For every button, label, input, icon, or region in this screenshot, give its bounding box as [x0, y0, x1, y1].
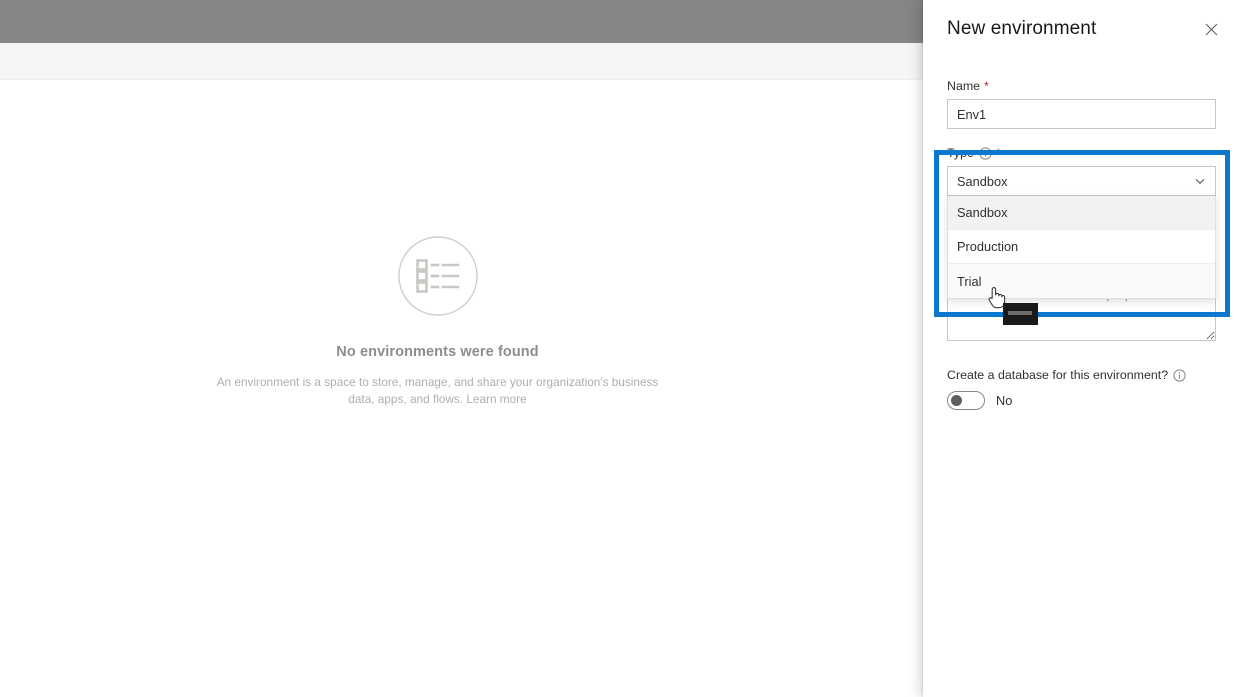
info-icon[interactable] [979, 146, 992, 160]
create-database-group: Create a database for this environment? … [947, 368, 1216, 410]
create-database-label: Create a database for this environment? [947, 368, 1169, 382]
toggle-knob [951, 395, 962, 406]
type-field-group: Type * Sandbox Sandbox Production Trial [947, 145, 1216, 299]
create-database-label-row: Create a database for this environment? [947, 368, 1216, 382]
learn-more-link[interactable]: Learn more [466, 392, 526, 406]
type-dropdown-list: Sandbox Production Trial [947, 196, 1216, 299]
empty-state-description: An environment is a space to store, mana… [203, 374, 673, 408]
list-circle-icon [390, 228, 486, 324]
new-environment-panel: New environment Name * Env1 Type * Sandb… [923, 0, 1240, 697]
type-required-asterisk: * [995, 146, 1001, 160]
screen-root: No environments were found An environmen… [0, 0, 1240, 697]
close-icon [1205, 23, 1218, 36]
name-input[interactable] [947, 99, 1216, 129]
type-label-row: Type * [947, 145, 1216, 161]
empty-state-title: No environments were found [336, 344, 539, 360]
create-database-toggle-state: No [996, 393, 1013, 408]
app-top-bar [0, 0, 923, 43]
name-required-asterisk: * [984, 79, 989, 93]
create-database-toggle[interactable] [947, 391, 985, 410]
panel-body: Name * Type * [923, 60, 1240, 410]
empty-state-description-text: An environment is a space to store, mana… [216, 375, 659, 406]
name-label-row: Name * [947, 78, 1216, 94]
type-option-trial[interactable]: Trial [948, 264, 1215, 298]
info-icon[interactable] [1173, 368, 1186, 382]
name-field-group: Name * [947, 78, 1216, 129]
name-label: Name [947, 79, 981, 93]
type-label: Type [947, 146, 974, 160]
chevron-down-icon [1194, 175, 1206, 187]
panel-header: New environment [923, 0, 1240, 60]
close-button[interactable] [1196, 14, 1226, 44]
type-option-production[interactable]: Production [948, 230, 1215, 264]
type-option-sandbox[interactable]: Sandbox [948, 196, 1215, 230]
type-selected-value: Sandbox [957, 173, 1008, 189]
app-content-area: No environments were found An environmen… [0, 80, 923, 697]
panel-title: New environment [947, 18, 1097, 39]
type-combobox[interactable]: Sandbox [947, 166, 1216, 196]
type-combobox-wrapper: Sandbox Sandbox Production Trial [947, 166, 1216, 299]
empty-state: No environments were found An environmen… [0, 228, 875, 408]
create-database-toggle-row: No [947, 391, 1216, 410]
app-command-bar [0, 43, 923, 80]
